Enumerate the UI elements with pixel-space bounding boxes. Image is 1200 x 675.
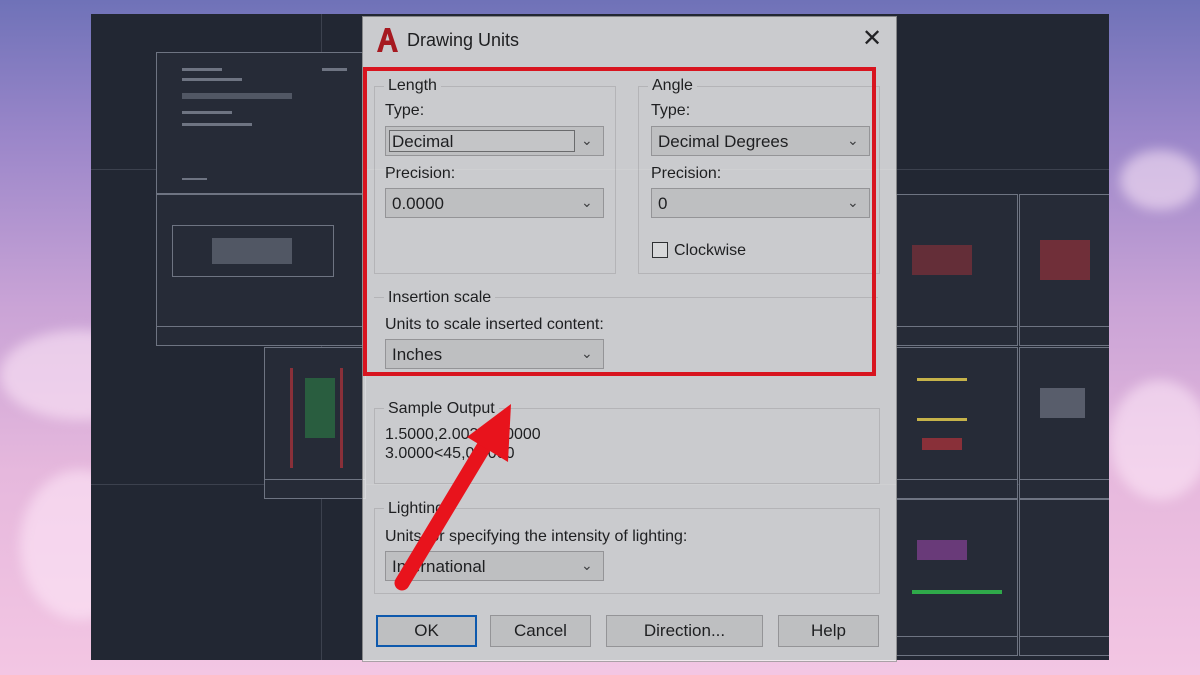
close-button[interactable]: ✕ <box>858 25 886 53</box>
autocad-logo-icon <box>377 28 398 52</box>
help-button[interactable]: Help <box>778 615 879 647</box>
cad-sheet <box>896 499 1018 656</box>
highlight-box <box>363 67 876 376</box>
cad-sheet <box>1019 347 1109 499</box>
cad-sheet <box>896 194 1018 346</box>
cad-sheet <box>156 52 363 194</box>
cad-sheet <box>264 347 366 499</box>
cloud <box>1120 150 1200 210</box>
cad-sheet <box>156 194 363 346</box>
chevron-down-icon: ⌄ <box>581 557 593 573</box>
title-bar: Drawing Units ✕ <box>363 17 896 63</box>
cad-sheet <box>896 347 1018 499</box>
sample-output-label: Sample Output <box>384 400 499 418</box>
sample-output-line-2: 3.0000<45,0.0000 <box>385 445 515 462</box>
cad-sheet <box>1019 194 1109 346</box>
direction-button[interactable]: Direction... <box>606 615 763 647</box>
dialog-title: Drawing Units <box>407 30 520 50</box>
cad-sheet <box>1019 499 1109 656</box>
sample-output-line-1: 1.5000,2.0039,0.0000 <box>385 426 541 443</box>
cancel-button[interactable]: Cancel <box>490 615 591 647</box>
cloud <box>1110 380 1200 500</box>
ok-button[interactable]: OK <box>376 615 477 647</box>
lighting-group-label: Lighting <box>384 500 449 518</box>
lighting-units-select[interactable]: International ⌄ <box>385 551 604 581</box>
lighting-units-label: Units for specifying the intensity of li… <box>385 528 688 545</box>
